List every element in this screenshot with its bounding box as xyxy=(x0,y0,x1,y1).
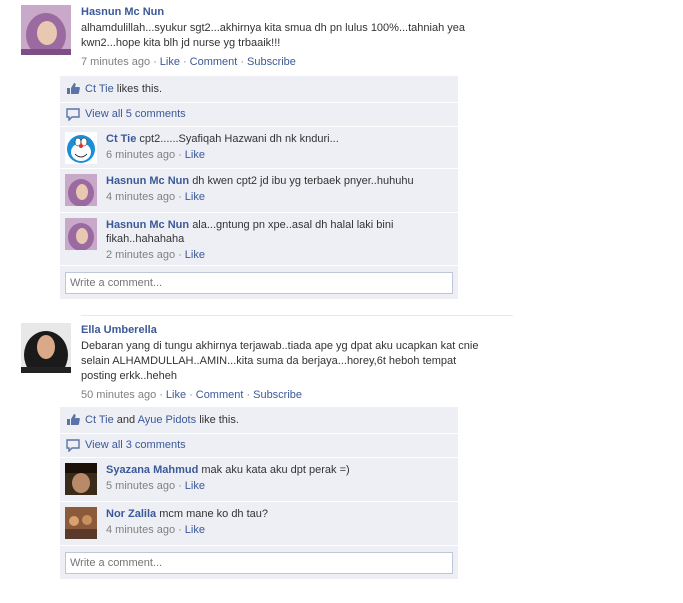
liker-name[interactable]: Ct Tie xyxy=(85,414,114,426)
story-message: Debaran yang di tungu akhirnya terjawab.… xyxy=(81,340,479,382)
comment-feedback-box: Ct Tie and Ayue Pidots like this. View a… xyxy=(60,407,458,580)
story-actor-name[interactable]: Ella Umberella xyxy=(81,323,481,337)
woman-portrait-avatar-icon xyxy=(21,323,71,373)
comment-author[interactable]: Hasnun Mc Nun xyxy=(106,175,189,187)
comment-input[interactable] xyxy=(65,552,453,574)
actor-avatar[interactable] xyxy=(21,5,71,55)
comment-timestamp[interactable]: 4 minutes ago xyxy=(106,524,175,536)
hijab-avatar-icon xyxy=(65,218,97,250)
comment-link[interactable]: Comment xyxy=(190,56,238,68)
comment-avatar[interactable] xyxy=(65,174,97,206)
comment-author[interactable]: Syazana Mahmud xyxy=(106,464,198,476)
comment-text: cpt2......Syafiqah Hazwani dh nk knduri.… xyxy=(139,133,339,145)
comment-link[interactable]: Comment xyxy=(196,389,244,401)
like-link[interactable]: Like xyxy=(160,56,180,68)
likes-conjunction: and xyxy=(116,414,136,426)
thumbs-up-icon xyxy=(67,414,80,425)
comment-like-link[interactable]: Like xyxy=(185,191,205,203)
comment-feedback-box: Ct Tie likes this. View all 5 comments C… xyxy=(60,76,458,300)
group-photo-avatar-icon xyxy=(65,507,97,539)
comment-timestamp[interactable]: 6 minutes ago xyxy=(106,149,175,161)
comment-timestamp[interactable]: 4 minutes ago xyxy=(106,191,175,203)
comment-item: Ct Tie cpt2......Syafiqah Hazwani dh nk … xyxy=(60,127,458,169)
comment-text: mak aku kata aku dpt perak =) xyxy=(201,464,350,476)
story-message: alhamdulillah...syukur sgt2...akhirnya k… xyxy=(81,22,465,49)
comment-item: Syazana Mahmud mak aku kata aku dpt pera… xyxy=(60,458,458,502)
add-comment-row xyxy=(60,546,458,580)
comment-author[interactable]: Nor Zalila xyxy=(106,508,156,520)
comment-avatar[interactable] xyxy=(65,218,97,250)
subscribe-link[interactable]: Subscribe xyxy=(253,389,302,401)
comment-input[interactable] xyxy=(65,272,453,294)
liker-name[interactable]: Ayue Pidots xyxy=(138,414,197,426)
likes-sentence: Ct Tie likes this. xyxy=(60,76,458,103)
story-actor-name[interactable]: Hasnun Mc Nun xyxy=(81,5,481,19)
doraemon-avatar-icon xyxy=(65,132,97,164)
likes-suffix: like this. xyxy=(199,414,239,426)
portrait-avatar-icon xyxy=(65,463,97,495)
view-all-comments-row[interactable]: View all 5 comments xyxy=(60,103,458,127)
comment-bubble-icon xyxy=(66,439,80,452)
liker-name[interactable]: Ct Tie xyxy=(85,83,114,95)
view-all-comments-link[interactable]: View all 5 comments xyxy=(85,108,186,120)
comment-avatar[interactable] xyxy=(65,507,97,539)
comment-timestamp[interactable]: 5 minutes ago xyxy=(106,480,175,492)
like-link[interactable]: Like xyxy=(166,389,186,401)
comment-item: Hasnun Mc Nun ala...gntung pn xpe..asal … xyxy=(60,213,458,266)
comment-bubble-icon xyxy=(66,108,80,121)
comment-like-link[interactable]: Like xyxy=(185,149,205,161)
thumbs-up-icon xyxy=(67,83,80,94)
comment-avatar[interactable] xyxy=(65,132,97,164)
story-timestamp[interactable]: 50 minutes ago xyxy=(81,389,156,401)
comment-item: Hasnun Mc Nun dh kwen cpt2 jd ibu yg ter… xyxy=(60,169,458,213)
comment-timestamp[interactable]: 2 minutes ago xyxy=(106,249,175,261)
story-meta: 7 minutes ago · Like · Comment · Subscribe xyxy=(81,56,296,68)
story-divider xyxy=(81,315,513,316)
actor-avatar[interactable] xyxy=(21,323,71,373)
comment-like-link[interactable]: Like xyxy=(185,524,205,536)
comment-like-link[interactable]: Like xyxy=(185,480,205,492)
comment-author[interactable]: Hasnun Mc Nun xyxy=(106,219,189,231)
view-all-comments-row[interactable]: View all 3 comments xyxy=(60,434,458,458)
add-comment-row xyxy=(60,266,458,300)
likes-suffix: likes this. xyxy=(116,83,163,95)
hijab-avatar-icon xyxy=(21,5,71,55)
view-all-comments-link[interactable]: View all 3 comments xyxy=(85,439,186,451)
likes-sentence: Ct Tie and Ayue Pidots like this. xyxy=(60,407,458,434)
story-meta: 50 minutes ago · Like · Comment · Subscribe xyxy=(81,389,303,401)
hijab-avatar-icon xyxy=(65,174,97,206)
comment-author[interactable]: Ct Tie xyxy=(106,133,136,145)
comment-text: mcm mane ko dh tau? xyxy=(159,508,269,520)
comment-like-link[interactable]: Like xyxy=(185,249,205,261)
story-timestamp[interactable]: 7 minutes ago xyxy=(81,56,150,68)
subscribe-link[interactable]: Subscribe xyxy=(247,56,296,68)
comment-item: Nor Zalila mcm mane ko dh tau? 4 minutes… xyxy=(60,502,458,546)
comment-text: dh kwen cpt2 jd ibu yg terbaek pnyer..hu… xyxy=(192,175,414,187)
comment-avatar[interactable] xyxy=(65,463,97,495)
